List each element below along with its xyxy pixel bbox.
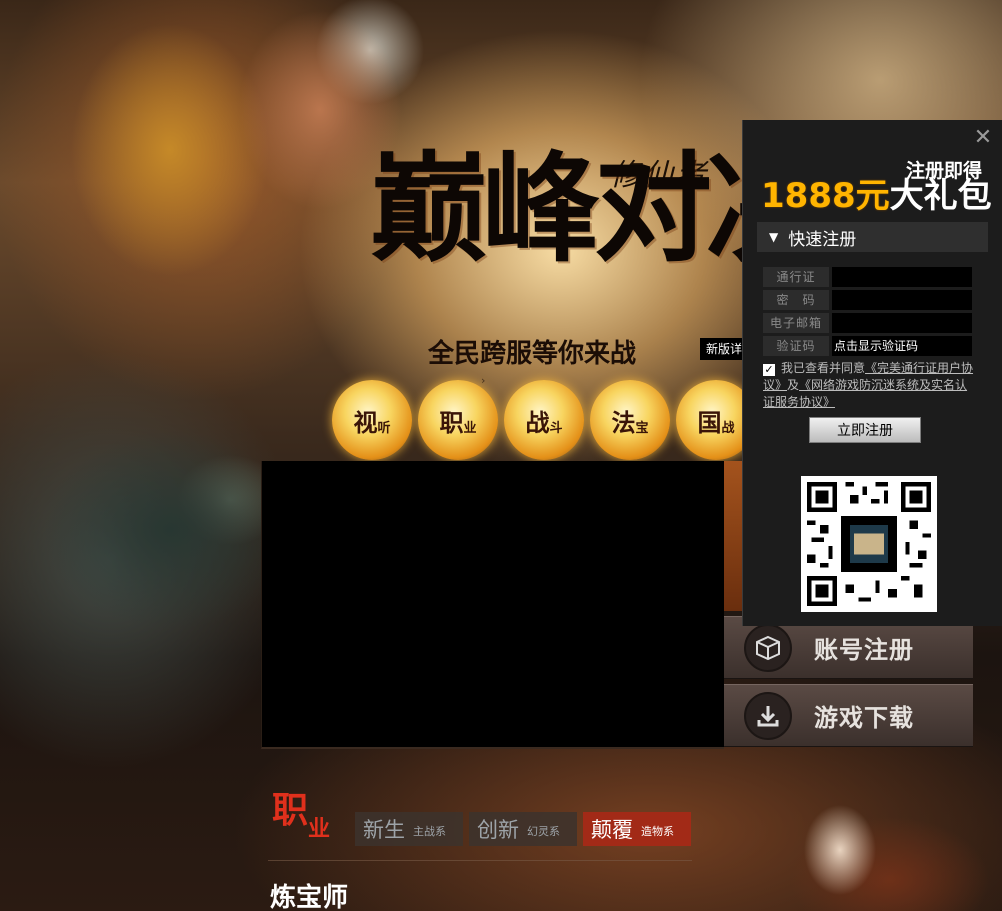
- feature-label: 国: [697, 407, 722, 437]
- tab-tag: 幻灵系: [527, 825, 560, 838]
- game-download-label: 游戏下载: [814, 703, 914, 732]
- promo-amount: 1888元: [761, 176, 890, 216]
- register-submit-button[interactable]: 立即注册: [809, 417, 921, 443]
- account-label: 通行证: [763, 267, 829, 287]
- weapon-art: [0, 410, 300, 670]
- promo-gift-banner: 1888元大礼包: [761, 176, 992, 216]
- agree-mid: 及: [787, 378, 800, 392]
- password-label: 密 码: [763, 290, 829, 310]
- game-download-button[interactable]: 游戏下载: [724, 684, 973, 747]
- tab-tag: 主战系: [413, 825, 446, 838]
- quick-register-title: 快速注册: [788, 229, 857, 250]
- close-icon[interactable]: ✕: [972, 127, 994, 150]
- feature-button-audio-visual[interactable]: 视听: [332, 380, 412, 460]
- class-section-title: 职业: [272, 792, 330, 840]
- class-portrait-art: [760, 790, 1000, 911]
- agree-checkbox[interactable]: ✓: [763, 364, 775, 376]
- quick-register-header[interactable]: ▼ 快速注册: [757, 222, 988, 252]
- banner-slogan: 全民跨服等你来战: [428, 339, 637, 369]
- promo-gift: 大礼包: [889, 176, 992, 216]
- agree-prefix: 我已查看并同意: [781, 361, 866, 375]
- feature-label-small: 听: [377, 420, 391, 436]
- video-player[interactable]: [261, 461, 724, 749]
- feature-label-small: 宝: [635, 420, 649, 436]
- feature-label: 视: [353, 407, 378, 437]
- feature-button-class[interactable]: 职业: [418, 380, 498, 460]
- feature-buttons: 视听 职业 战斗 法宝 国战: [332, 380, 756, 460]
- password-input[interactable]: [832, 290, 972, 310]
- cube-icon: [744, 623, 792, 672]
- account-row: 通行证: [763, 267, 972, 287]
- tab-label: 创新: [477, 818, 519, 842]
- feature-label-small: 业: [463, 420, 477, 436]
- class-title-sub: 业: [308, 816, 331, 842]
- tab-subversion[interactable]: 颠覆 造物系: [583, 812, 691, 846]
- tab-label: 新生: [363, 818, 405, 842]
- email-row: 电子邮箱: [763, 313, 972, 333]
- feature-button-combat[interactable]: 战斗: [504, 380, 584, 460]
- captcha-label: 验证码: [763, 336, 829, 356]
- account-register-label: 账号注册: [814, 635, 914, 664]
- feature-button-artifact[interactable]: 法宝: [590, 380, 670, 460]
- account-input[interactable]: [832, 267, 972, 287]
- side-accent-bar: [724, 461, 744, 611]
- agreement-text: ✓ 我已查看并同意《完美通行证用户协议》及《网络游戏防沉迷系统及实名认证服务协议》: [763, 360, 977, 411]
- tab-tag: 造物系: [641, 825, 674, 838]
- download-icon: [744, 691, 792, 740]
- qr-code: [801, 476, 937, 612]
- feature-label: 法: [611, 407, 636, 437]
- triangle-down-icon: ▼: [769, 230, 779, 244]
- password-row: 密 码: [763, 290, 972, 310]
- email-input[interactable]: [832, 313, 972, 333]
- feature-label: 战: [525, 407, 550, 437]
- tab-newborn[interactable]: 新生 主战系: [355, 812, 463, 846]
- news-tag-link[interactable]: 新版详: [700, 338, 744, 360]
- feature-label-small: 战: [721, 420, 735, 436]
- email-label: 电子邮箱: [763, 313, 829, 333]
- section-divider: [268, 860, 692, 861]
- tab-innovation[interactable]: 创新 幻灵系: [469, 812, 577, 846]
- tab-label: 颠覆: [591, 818, 633, 842]
- quick-register-panel: ✕ 注册即得 1888元大礼包 ▼ 快速注册 通行证 密 码 电子邮箱 验证码 …: [742, 120, 1002, 626]
- class-title-main: 职: [272, 789, 309, 831]
- qr-code-image: [807, 482, 931, 606]
- feature-label-small: 斗: [549, 420, 563, 436]
- feature-label: 职: [439, 407, 464, 437]
- current-class-name: 炼宝师: [270, 883, 349, 911]
- captcha-input[interactable]: 点击显示验证码: [832, 336, 972, 356]
- captcha-row: 验证码 点击显示验证码: [763, 336, 972, 356]
